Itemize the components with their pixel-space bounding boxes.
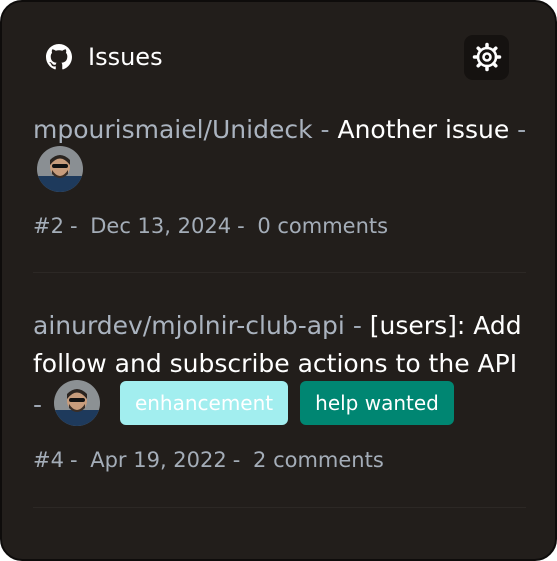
separator: - <box>237 214 245 238</box>
issue-number: #2 <box>33 214 64 238</box>
settings-button[interactable] <box>464 34 509 80</box>
separator: - <box>320 115 330 144</box>
gear-icon <box>472 42 501 72</box>
label-enhancement[interactable]: enhancement <box>119 381 289 425</box>
separator: - <box>69 448 78 472</box>
widget-title: Issues <box>88 43 163 71</box>
github-icon <box>46 44 72 70</box>
header-title-group: Issues <box>46 43 163 71</box>
issue-item[interactable]: mpourismaiel/Unideck - Another issue - <box>33 111 529 195</box>
separator: - <box>69 214 78 238</box>
divider <box>33 507 526 508</box>
issue-comments: 0 comments <box>257 214 389 238</box>
issue-comments: 2 comments <box>253 448 384 472</box>
separator: - <box>232 448 241 472</box>
separator: - <box>517 115 527 144</box>
issue-repo-link[interactable]: mpourismaiel/Unideck <box>33 115 313 144</box>
issue-meta: #4- Apr 19, 2022- 2 comments <box>33 448 390 472</box>
author-avatar[interactable] <box>53 380 100 426</box>
issue-meta: #2- Dec 13, 2024- 0 comments <box>33 214 394 238</box>
widget-header: Issues <box>46 34 509 80</box>
issue-number: #4 <box>33 448 64 472</box>
issue-item[interactable]: ainurdev/mjolnir-club-api - [users]: Add… <box>33 307 529 429</box>
issue-title-link[interactable]: Another issue <box>337 115 509 144</box>
issue-repo-link[interactable]: ainurdev/mjolnir-club-api <box>33 311 345 340</box>
separator: - <box>352 311 362 340</box>
author-avatar[interactable] <box>37 146 83 192</box>
issue-date: Apr 19, 2022 <box>90 448 227 472</box>
separator: - <box>33 390 43 419</box>
label-help-wanted[interactable]: help wanted <box>300 381 454 425</box>
issue-date: Dec 13, 2024 <box>90 214 232 238</box>
divider <box>33 272 526 273</box>
issues-widget: Issues mpourismaiel/Unideck - Another is… <box>0 0 557 561</box>
